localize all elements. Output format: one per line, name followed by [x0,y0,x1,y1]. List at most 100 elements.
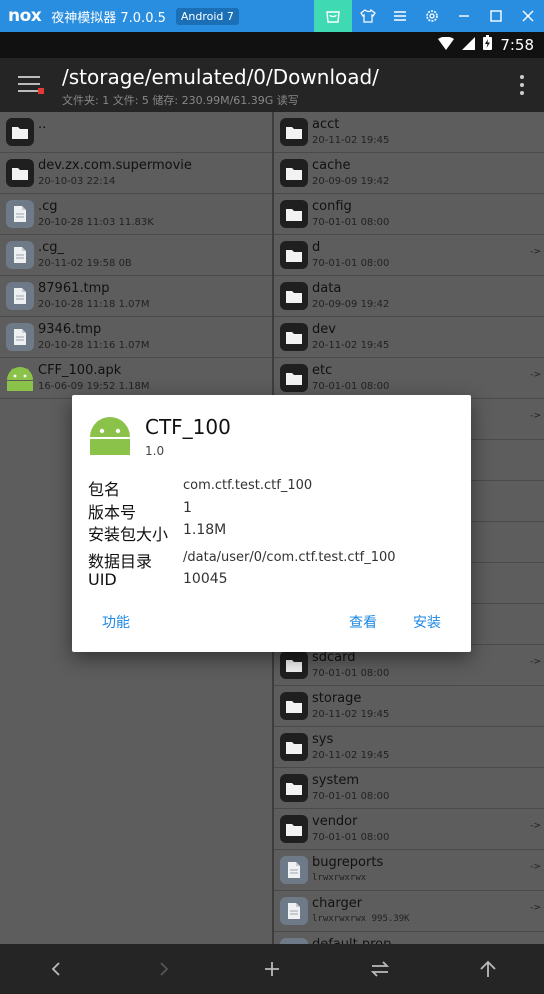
file-icon [280,856,308,884]
notification-dot [38,88,44,94]
file-row[interactable]: dev 20-11-02 19:45 [274,317,544,358]
shop-icon[interactable] [314,0,352,32]
file-row[interactable]: default.prop [274,932,544,944]
uid-value: 10045 [183,571,228,587]
file-row[interactable]: dev.zx.com.supermovie 20-10-03 22:14 [0,153,272,194]
emulator-title-bar: nox 夜神模拟器 7.0.0.5 Android 7 [0,0,544,32]
storage-info: 文件夹: 1 文件: 5 储存: 230.99M/61.39G 读写 [62,94,299,107]
view-button[interactable]: 查看 [349,612,377,632]
symlink-indicator: -> [530,657,541,667]
up-icon[interactable] [458,944,518,994]
shirt-icon[interactable] [352,0,384,32]
symlink-indicator: -> [530,247,541,257]
minimize-icon[interactable] [448,0,480,32]
forward-icon[interactable] [134,944,194,994]
file-row[interactable]: sys 20-11-02 19:45 [274,727,544,768]
close-icon[interactable] [512,0,544,32]
file-name: acct [312,117,340,132]
file-row[interactable]: data 20-09-09 19:42 [274,276,544,317]
swap-icon[interactable] [350,944,410,994]
file-row[interactable]: cache 20-09-09 19:42 [274,153,544,194]
size-value: 1.18M [183,522,227,538]
file-name: .. [38,117,47,132]
android-version-badge: Android 7 [175,7,239,25]
file-meta: 16-06-09 19:52 1.18M [38,381,150,392]
file-name: sys [312,732,334,747]
current-path: /storage/emulated/0/Download/ [62,65,379,89]
file-meta: lrwxrwxrwx [312,873,367,883]
function-button[interactable]: 功能 [102,612,130,632]
file-meta: 70-01-01 08:00 [312,668,390,679]
bottom-navigation [0,944,544,994]
folder-icon [280,159,308,187]
data-dir-label: 数据目录 [88,552,153,571]
file-row[interactable]: acct 20-11-02 19:45 [274,112,544,153]
file-row[interactable]: .cg_ 20-11-02 19:58 0B [0,235,272,276]
emulator-title: 夜神模拟器 7.0.0.5 [51,10,166,26]
file-row[interactable]: .cg 20-10-28 11:03 11.83K [0,194,272,235]
file-icon [280,897,308,925]
gear-icon[interactable] [416,0,448,32]
wifi-icon [438,36,455,54]
file-row[interactable]: bugreports lrwxrwxrwx -> [274,850,544,891]
android-status-bar: 7:58 [0,32,544,58]
cellular-signal-icon [462,36,476,54]
file-row[interactable]: vendor 70-01-01 08:00 -> [274,809,544,850]
file-row[interactable]: .. [0,112,272,153]
file-icon [6,282,34,310]
drawer-menu-button[interactable] [18,76,40,94]
folder-icon [280,241,308,269]
package-row: 包名 com.ctf.test.ctf_100 [88,476,458,499]
file-name: dev.zx.com.supermovie [38,158,192,173]
dialog-app-version: 1.0 [145,444,165,458]
file-row[interactable]: storage 20-11-02 19:45 [274,686,544,727]
file-meta: lrwxrwxrwx 995.39K [312,914,410,924]
back-icon[interactable] [26,944,86,994]
file-meta: 70-01-01 08:00 [312,258,390,269]
file-name: system [312,773,359,788]
file-row[interactable]: d 70-01-01 08:00 -> [274,235,544,276]
file-name: vendor [312,814,358,829]
install-button[interactable]: 安装 [413,612,441,632]
package-value: com.ctf.test.ctf_100 [183,478,313,493]
folder-icon [280,815,308,843]
battery-charging-icon [483,35,493,54]
file-row[interactable]: config 70-01-01 08:00 [274,194,544,235]
maximize-icon[interactable] [480,0,512,32]
symlink-indicator: -> [530,821,541,831]
file-row[interactable]: system 70-01-01 08:00 [274,768,544,809]
file-row[interactable]: CFF_100.apk 16-06-09 19:52 1.18M [0,358,272,399]
version-code-label: 版本号 [88,503,137,522]
file-name: d [312,240,321,255]
file-row[interactable]: 87961.tmp 20-10-28 11:18 1.07M [0,276,272,317]
file-name: default.prop [312,937,391,944]
size-row: 安装包大小 1.18M [88,521,458,544]
overflow-menu-button[interactable] [520,75,526,95]
file-meta: 20-11-02 19:45 [312,135,390,146]
folder-icon [280,118,308,146]
folder-icon [6,159,34,187]
file-meta: 20-10-28 11:18 1.07M [38,299,150,310]
file-meta: 20-11-02 19:45 [312,750,390,761]
file-row[interactable]: charger lrwxrwxrwx 995.39K -> [274,891,544,932]
size-label: 安装包大小 [88,525,169,544]
file-icon [6,241,34,269]
file-row[interactable]: 9346.tmp 20-10-28 11:16 1.07M [0,317,272,358]
add-icon[interactable] [242,944,302,994]
data-dir-row: 数据目录 /data/user/0/com.ctf.test.ctf_100 [88,548,458,571]
file-meta: 20-09-09 19:42 [312,299,390,310]
folder-icon [280,692,308,720]
file-meta: 20-09-09 19:42 [312,176,390,187]
file-meta: 70-01-01 08:00 [312,791,390,802]
menu-icon[interactable] [384,0,416,32]
folder-icon [280,200,308,228]
dialog-app-name: CTF_100 [145,415,231,439]
file-name: 87961.tmp [38,281,110,296]
file-row[interactable]: etc 70-01-01 08:00 -> [274,358,544,399]
android-apk-icon [6,364,34,392]
file-name: sdcard [312,650,356,665]
folder-icon [280,323,308,351]
folder-icon [280,774,308,802]
file-meta: 20-11-02 19:45 [312,709,390,720]
file-name: cache [312,158,351,173]
